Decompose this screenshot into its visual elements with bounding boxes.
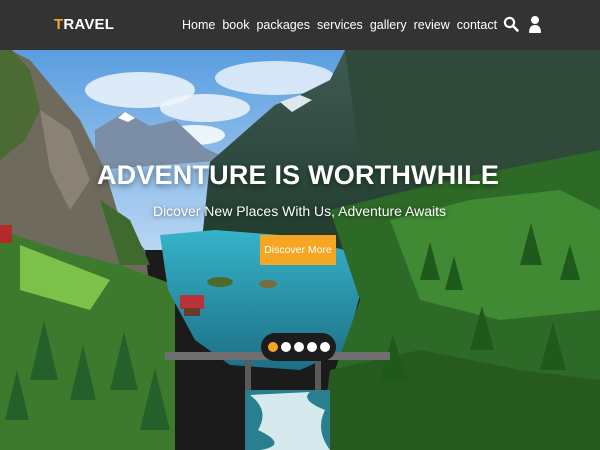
nav-packages[interactable]: packages bbox=[256, 18, 310, 32]
nav-services[interactable]: services bbox=[317, 18, 363, 32]
nav-review[interactable]: review bbox=[414, 18, 450, 32]
logo-text: RAVEL bbox=[63, 16, 115, 33]
discover-more-button[interactable]: Discover More bbox=[260, 235, 336, 265]
hero-text: ADVENTURE IS WORTHWHILE Dicover New Plac… bbox=[0, 160, 600, 219]
hero-subtitle: Dicover New Places With Us, Adventure Aw… bbox=[152, 203, 447, 219]
main-nav: Home book packages services gallery revi… bbox=[182, 18, 497, 32]
nav-contact[interactable]: contact bbox=[457, 18, 497, 32]
header: TRAVEL Home book packages services galle… bbox=[0, 0, 600, 50]
slider-pagination bbox=[261, 333, 336, 361]
user-icon[interactable] bbox=[527, 15, 543, 33]
hero-banner: ADVENTURE IS WORTHWHILE Dicover New Plac… bbox=[0, 50, 600, 450]
header-icons bbox=[503, 15, 543, 33]
search-icon[interactable] bbox=[503, 15, 519, 33]
slide-dot-1[interactable] bbox=[267, 342, 278, 352]
nav-home[interactable]: Home bbox=[182, 18, 215, 32]
nav-gallery[interactable]: gallery bbox=[370, 18, 407, 32]
logo[interactable]: TRAVEL bbox=[54, 16, 114, 33]
page: TRAVEL Home book packages services galle… bbox=[0, 0, 600, 450]
nav-book[interactable]: book bbox=[222, 18, 249, 32]
slide-dot-2[interactable] bbox=[280, 342, 291, 352]
hero-title: ADVENTURE IS WORTHWHILE bbox=[96, 160, 500, 190]
logo-initial: T bbox=[54, 16, 64, 33]
slide-dot-4[interactable] bbox=[306, 342, 317, 352]
slide-dot-3[interactable] bbox=[293, 342, 304, 352]
slide-dot-5[interactable] bbox=[319, 342, 330, 352]
